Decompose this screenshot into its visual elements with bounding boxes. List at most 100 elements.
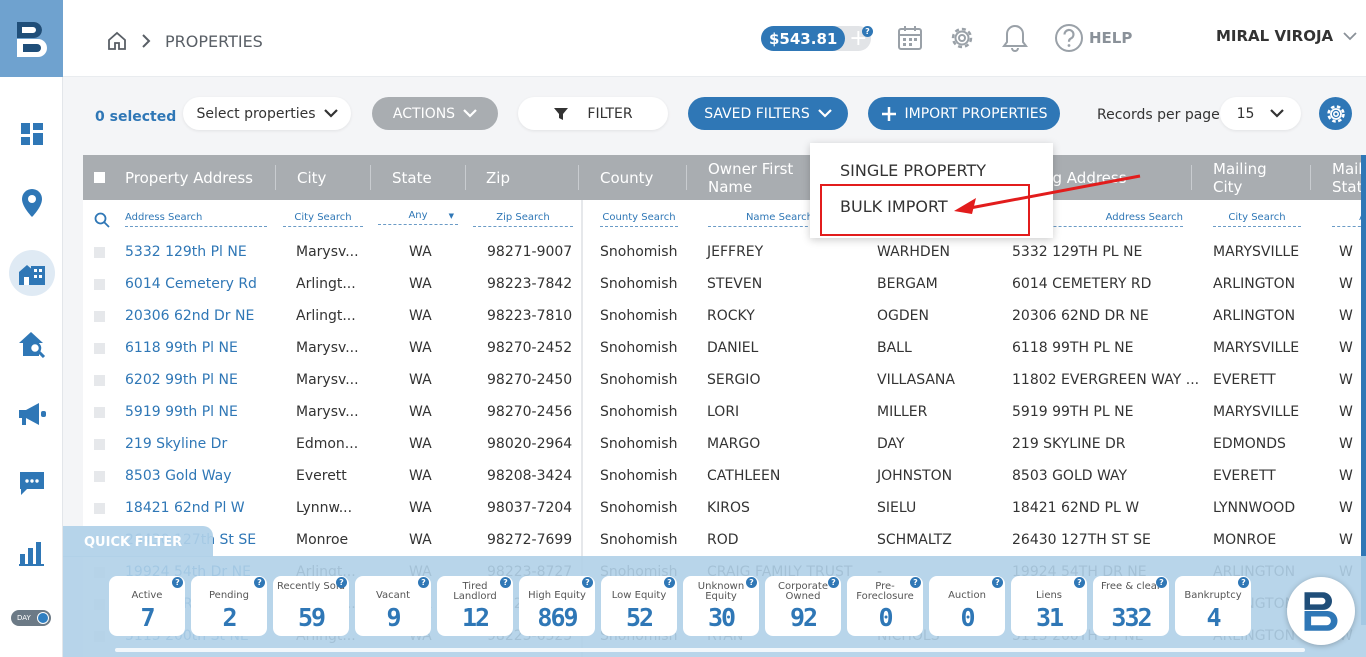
table-row[interactable]: 8503 Gold Way Everett WA 98208-3424 Snohomis… xyxy=(83,460,1366,492)
name-search-input[interactable]: Name Search xyxy=(708,212,813,227)
sidebar-item-property-search[interactable] xyxy=(13,325,51,363)
info-icon[interactable]: ? xyxy=(828,577,839,588)
header-city[interactable]: City xyxy=(297,155,326,200)
info-icon[interactable]: ? xyxy=(254,577,265,588)
import-properties-button[interactable]: IMPORT PROPERTIES xyxy=(868,97,1060,130)
table-row[interactable]: 26430 127th St SEMonroeWA98272-7699Snoho… xyxy=(83,524,1366,556)
brand-logo[interactable] xyxy=(0,0,63,77)
header-property-address[interactable]: Property Address xyxy=(125,155,253,200)
zip-search-input[interactable]: Zip Search xyxy=(473,212,573,227)
cell-property-address[interactable]: 20306 62nd Dr NE xyxy=(125,307,254,325)
row-checkbox[interactable] xyxy=(94,343,105,354)
settings-button[interactable] xyxy=(946,22,978,54)
row-checkbox[interactable] xyxy=(94,311,105,322)
header-zip[interactable]: Zip xyxy=(486,155,510,200)
cell-property-address[interactable]: 6014 Cemetery Rd xyxy=(125,275,257,293)
address-search-input[interactable]: Address Search xyxy=(125,212,267,227)
row-checkbox[interactable] xyxy=(94,279,105,290)
table-settings-button[interactable] xyxy=(1319,97,1352,130)
sidebar-item-messages[interactable] xyxy=(13,464,51,502)
header-state[interactable]: State xyxy=(392,155,432,200)
info-icon[interactable]: ? xyxy=(664,577,675,588)
quick-filter-card[interactable]: Recently Sold 59? xyxy=(273,576,349,636)
user-menu[interactable]: MIRAL VIROJA xyxy=(1216,27,1357,45)
info-icon[interactable]: ? xyxy=(910,577,921,588)
cell-property-address[interactable]: 6118 99th Pl NE xyxy=(125,339,238,357)
home-icon[interactable] xyxy=(107,31,127,51)
cell-property-address[interactable]: 18421 62nd Pl W xyxy=(125,499,245,517)
info-icon[interactable]: ? xyxy=(746,577,757,588)
quick-filter-card[interactable]: Unknown Equity 30? xyxy=(683,576,759,636)
brand-chat-button[interactable] xyxy=(1287,577,1355,645)
cell-property-address[interactable]: 6202 99th Pl NE xyxy=(125,371,238,389)
select-all-checkbox[interactable] xyxy=(94,172,105,183)
help-label[interactable]: HELP xyxy=(1089,29,1132,47)
quick-filter-card[interactable]: Corporate Owned 92? xyxy=(765,576,841,636)
info-icon[interactable]: ? xyxy=(992,577,1003,588)
info-icon[interactable]: ? xyxy=(500,577,511,588)
info-icon[interactable]: ? xyxy=(1238,577,1249,588)
row-checkbox[interactable] xyxy=(94,247,105,258)
day-night-toggle[interactable]: DAY xyxy=(11,610,51,626)
sidebar-item-map[interactable] xyxy=(13,184,51,222)
select-properties-dropdown[interactable]: Select properties xyxy=(183,97,351,130)
cell-property-address[interactable]: 5919 99th Pl NE xyxy=(125,403,238,421)
state-select[interactable]: Any ▼ xyxy=(378,210,458,225)
quick-filter-card[interactable]: Pre-Foreclosure 0? xyxy=(847,576,923,636)
quick-filter-scrollbar[interactable] xyxy=(115,648,1305,652)
row-checkbox[interactable] xyxy=(94,439,105,450)
row-checkbox[interactable] xyxy=(94,375,105,386)
table-row[interactable]: 5332 129th Pl NE Marysv... WA 98271-9007 Sno… xyxy=(83,236,1366,268)
city-search-input[interactable]: City Search xyxy=(283,212,363,227)
quick-filter-card[interactable]: Bankruptcy 4? xyxy=(1175,576,1251,636)
row-checkbox[interactable] xyxy=(94,503,105,514)
actions-dropdown[interactable]: ACTIONS xyxy=(372,97,498,130)
table-row[interactable]: 219 Skyline Dr Edmon... WA 98020-2964 Snohom… xyxy=(83,428,1366,460)
row-checkbox[interactable] xyxy=(94,471,105,482)
quick-filter-card[interactable]: Vacant 9? xyxy=(355,576,431,636)
info-icon[interactable]: ? xyxy=(582,577,593,588)
quick-filter-tab[interactable]: QUICK FILTER xyxy=(63,526,213,557)
quick-filter-card[interactable]: Active 7? xyxy=(109,576,185,636)
cell-property-address[interactable]: 8503 Gold Way xyxy=(125,467,232,485)
sidebar-item-marketing[interactable] xyxy=(13,395,51,433)
calendar-button[interactable] xyxy=(894,22,926,54)
header-county[interactable]: County xyxy=(600,155,653,200)
records-per-page-select[interactable]: 15 xyxy=(1220,97,1301,130)
balance-help-icon[interactable]: ? xyxy=(862,26,873,37)
row-checkbox[interactable] xyxy=(94,407,105,418)
wallet-balance[interactable]: $543.81 + xyxy=(761,26,872,51)
info-icon[interactable]: ? xyxy=(172,577,183,588)
table-row[interactable]: 18421 62nd Pl W Lynnw... WA 98037-7204 Snoho… xyxy=(83,492,1366,524)
info-icon[interactable]: ? xyxy=(1156,577,1167,588)
quick-filter-card[interactable]: Liens 31? xyxy=(1011,576,1087,636)
table-row[interactable]: 6118 99th Pl NE Marysv... WA 98270-2452 Snoh… xyxy=(83,332,1366,364)
sidebar-item-properties[interactable] xyxy=(9,250,55,296)
info-icon[interactable]: ? xyxy=(418,577,429,588)
table-row[interactable]: 20306 62nd Dr NE Arlingt... WA 98223-7810 Sn… xyxy=(83,300,1366,332)
cell-property-address[interactable]: 219 Skyline Dr xyxy=(125,435,227,453)
vertical-scrollbar[interactable] xyxy=(1361,155,1366,625)
info-icon[interactable]: ? xyxy=(1074,577,1085,588)
quick-filter-card[interactable]: High Equity 869? xyxy=(519,576,595,636)
saved-filters-dropdown[interactable]: SAVED FILTERS xyxy=(688,97,848,130)
table-row[interactable]: 6014 Cemetery Rd Arlingt... WA 98223-7842 Sn… xyxy=(83,268,1366,300)
sidebar-item-dashboard[interactable] xyxy=(13,115,51,153)
filter-button[interactable]: FILTER xyxy=(518,97,668,130)
quick-filter-card[interactable]: Free & clear 332? xyxy=(1093,576,1169,636)
quick-filter-card[interactable]: Auction 0? xyxy=(929,576,1005,636)
table-row[interactable]: 5919 99th Pl NE Marysv... WA 98270-2456 Snoh… xyxy=(83,396,1366,428)
county-search-input[interactable]: County Search xyxy=(600,212,678,227)
quick-filter-card[interactable]: Tired Landlord 12? xyxy=(437,576,513,636)
cell-property-address[interactable]: 5332 129th Pl NE xyxy=(125,243,247,261)
quick-filter-card[interactable]: Pending 2? xyxy=(191,576,267,636)
table-row[interactable]: 6202 99th Pl NE Marysv... WA 98270-2450 Snoh… xyxy=(83,364,1366,396)
help-button[interactable] xyxy=(1053,22,1085,54)
header-owner-first-name[interactable]: Owner First Name xyxy=(708,155,808,200)
sidebar-item-reports[interactable] xyxy=(13,534,51,572)
mailing-city-search-input[interactable]: City Search xyxy=(1213,212,1301,227)
info-icon[interactable]: ? xyxy=(336,577,347,588)
header-mailing-city[interactable]: Mailing City xyxy=(1213,155,1283,200)
notifications-button[interactable] xyxy=(999,22,1031,54)
quick-filter-card[interactable]: Low Equity 52? xyxy=(601,576,677,636)
